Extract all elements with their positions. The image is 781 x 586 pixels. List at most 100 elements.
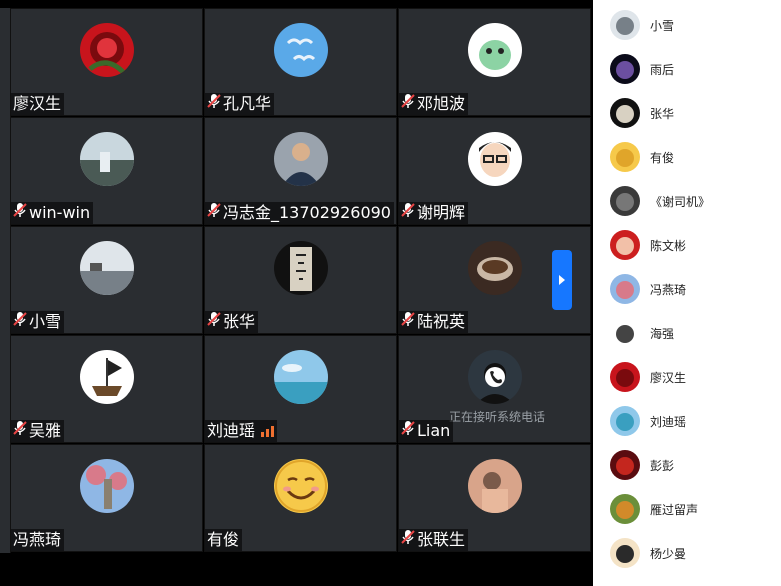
- participant-name: 冯志金_13702926090: [223, 203, 391, 222]
- participant-name-tag: Lian: [399, 420, 454, 442]
- participant-name-tag: 廖汉生: [11, 93, 65, 115]
- video-tile[interactable]: 孔凡华: [204, 8, 397, 116]
- video-tile[interactable]: 小雪: [10, 226, 203, 334]
- member-name: 《谢司机》: [650, 194, 711, 209]
- member-list-item[interactable]: 冯燕琦: [593, 267, 781, 311]
- mic-muted-icon: [401, 202, 417, 224]
- participant-name: 邓旭波: [417, 94, 466, 113]
- member-name: 冯燕琦: [650, 282, 687, 297]
- participant-avatar: [274, 132, 328, 186]
- participant-name: 张联生: [417, 530, 466, 549]
- video-tile[interactable]: 张华: [204, 226, 397, 334]
- member-name: 雁过留声: [650, 502, 699, 517]
- member-name: 有俊: [650, 150, 675, 165]
- expand-panel-button[interactable]: [552, 250, 572, 310]
- mic-muted-icon: [13, 202, 29, 224]
- member-list-item[interactable]: 《谢司机》: [593, 179, 781, 223]
- member-name: 小雪: [650, 18, 675, 33]
- member-list-item[interactable]: 杨少曼: [593, 531, 781, 575]
- mic-muted-icon: [207, 311, 223, 333]
- member-name: 雨后: [650, 62, 675, 77]
- video-tile[interactable]: 邓旭波: [398, 8, 591, 116]
- participant-name: 冯燕琦: [13, 530, 62, 549]
- member-avatar: [610, 450, 640, 480]
- member-list-item[interactable]: 雁过留声: [593, 487, 781, 531]
- video-stage: 廖汉生 孔凡华 邓旭波 win-win 冯志金_13702926090 谢明辉小雪 张华 陆祝…: [0, 0, 592, 586]
- participant-avatar: [274, 241, 328, 295]
- participant-name: 廖汉生: [13, 94, 62, 113]
- participant-name-tag: 谢明辉: [399, 202, 469, 224]
- member-list-item[interactable]: 张华: [593, 91, 781, 135]
- member-list-item[interactable]: 有俊: [593, 135, 781, 179]
- member-avatar: [610, 406, 640, 436]
- member-name: 海强: [650, 326, 675, 341]
- participant-name: 有俊: [207, 530, 240, 549]
- participant-name-tag: 孔凡华: [205, 93, 275, 115]
- member-avatar: [610, 98, 640, 128]
- video-tile[interactable]: 有俊: [204, 444, 397, 552]
- participant-name: 谢明辉: [417, 203, 466, 222]
- signal-strength-icon: [261, 425, 275, 437]
- mic-muted-icon: [401, 311, 417, 333]
- call-status-text: 正在接听系统电话: [449, 410, 546, 424]
- video-tile[interactable]: 冯志金_13702926090: [204, 117, 397, 225]
- member-name: 彭彭: [650, 458, 675, 473]
- member-list-panel: 小雪雨后张华有俊《谢司机》陈文彬冯燕琦海强廖汉生刘迪瑶彭彭雁过留声杨少曼: [593, 0, 781, 586]
- participant-name-tag: 吴雅: [11, 420, 65, 442]
- video-tile[interactable]: 刘迪瑶: [204, 335, 397, 443]
- video-tile[interactable]: 正在接听系统电话 Lian: [398, 335, 591, 443]
- member-list-item[interactable]: 廖汉生: [593, 355, 781, 399]
- participant-avatar: [468, 23, 522, 77]
- participant-avatar: [468, 459, 522, 513]
- participant-name: 小雪: [29, 312, 62, 331]
- participant-avatar: [468, 350, 522, 404]
- participant-name-tag: 邓旭波: [399, 93, 469, 115]
- member-list-item[interactable]: 彭彭: [593, 443, 781, 487]
- participant-avatar: [80, 350, 134, 404]
- member-avatar: [610, 274, 640, 304]
- participant-name-tag: 刘迪瑶: [205, 420, 278, 442]
- participant-name-tag: 冯燕琦: [11, 529, 65, 551]
- video-tile[interactable]: 吴雅: [10, 335, 203, 443]
- member-list-item[interactable]: 刘迪瑶: [593, 399, 781, 443]
- participant-name-tag: 小雪: [11, 311, 65, 333]
- participant-name: 孔凡华: [223, 94, 272, 113]
- video-grid: 廖汉生 孔凡华 邓旭波 win-win 冯志金_13702926090 谢明辉小雪 张华 陆祝…: [10, 8, 591, 553]
- video-tile[interactable]: 张联生: [398, 444, 591, 552]
- participant-avatar: [80, 241, 134, 295]
- member-avatar: [610, 54, 640, 84]
- participant-name-tag: 陆祝英: [399, 311, 469, 333]
- member-avatar: [610, 494, 640, 524]
- participant-avatar: [80, 132, 134, 186]
- member-list-item[interactable]: 陈文彬: [593, 223, 781, 267]
- member-list-item[interactable]: 海强: [593, 311, 781, 355]
- participant-name-tag: win-win: [11, 202, 94, 224]
- video-tile[interactable]: win-win: [10, 117, 203, 225]
- video-tile[interactable]: 谢明辉: [398, 117, 591, 225]
- member-avatar: [610, 142, 640, 172]
- member-name: 张华: [650, 106, 675, 121]
- participant-name: 刘迪瑶: [207, 421, 256, 440]
- participant-name: 张华: [223, 312, 256, 331]
- member-list-item[interactable]: 雨后: [593, 47, 781, 91]
- member-name: 陈文彬: [650, 238, 687, 253]
- participant-avatar: [274, 23, 328, 77]
- participant-name: 陆祝英: [417, 312, 466, 331]
- participant-name-tag: 冯志金_13702926090: [205, 202, 394, 224]
- participant-name: 吴雅: [29, 421, 62, 440]
- member-avatar: [610, 230, 640, 260]
- video-tile[interactable]: 廖汉生: [10, 8, 203, 116]
- member-list-item[interactable]: 小雪: [593, 3, 781, 47]
- member-avatar: [610, 10, 640, 40]
- mic-muted-icon: [13, 420, 29, 442]
- chevron-right-icon: [559, 275, 565, 285]
- mic-muted-icon: [207, 93, 223, 115]
- mic-muted-icon: [207, 202, 223, 224]
- member-name: 刘迪瑶: [650, 414, 687, 429]
- participant-avatar: [80, 23, 134, 77]
- video-tile[interactable]: 冯燕琦: [10, 444, 203, 552]
- participant-name-tag: 张联生: [399, 529, 469, 551]
- member-avatar: [610, 186, 640, 216]
- mic-muted-icon: [401, 93, 417, 115]
- member-avatar: [610, 318, 640, 348]
